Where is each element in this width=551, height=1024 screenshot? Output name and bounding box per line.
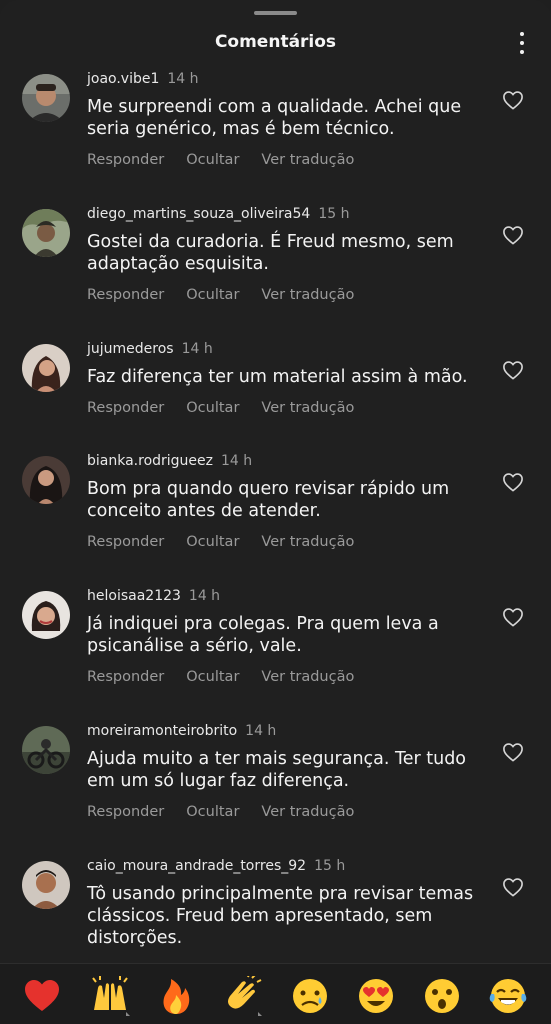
avatar[interactable] bbox=[22, 861, 70, 909]
more-options-icon[interactable] bbox=[517, 30, 527, 56]
hide-button[interactable]: Ocultar bbox=[186, 534, 239, 550]
hide-button[interactable]: Ocultar bbox=[186, 804, 239, 820]
see-translation-button[interactable]: Ver tradução bbox=[261, 669, 354, 685]
comment-text: Já indiquei pra colegas. Pra quem leva a… bbox=[87, 614, 439, 656]
comment-meta: jujumederos 14 h bbox=[87, 341, 213, 357]
comment-actions: Responder Ocultar Ver tradução bbox=[87, 400, 376, 416]
comment-item: diego_martins_souza_oliveira54 15 h Goste… bbox=[0, 199, 551, 334]
comment-item: heloisaa2123 14 h Já indiquei pra colegas… bbox=[0, 581, 551, 716]
comment-username[interactable]: diego_martins_souza_oliveira54 bbox=[87, 206, 310, 222]
reply-button[interactable]: Responder bbox=[87, 400, 164, 416]
reply-button[interactable]: Responder bbox=[87, 287, 164, 303]
comment-time: 14 h bbox=[188, 588, 221, 604]
comment-actions: Responder Ocultar Ver tradução bbox=[87, 152, 376, 168]
comment-meta: heloisaa2123 14 h bbox=[87, 588, 220, 604]
hide-button[interactable]: Ocultar bbox=[186, 152, 239, 168]
avatar[interactable] bbox=[22, 74, 70, 122]
comment-meta: bianka.rodrigueez 14 h bbox=[87, 453, 252, 469]
like-heart-icon[interactable] bbox=[502, 607, 524, 627]
comment-text: Me surpreendi com a qualidade. Achei que… bbox=[87, 97, 462, 139]
avatar[interactable] bbox=[22, 209, 70, 257]
tears-of-joy-face-icon[interactable] bbox=[488, 976, 528, 1016]
comment-item: jujumederos 14 h Faz diferença ter um mat… bbox=[0, 334, 551, 446]
fire-icon[interactable] bbox=[156, 976, 196, 1016]
page-title: Comentários bbox=[214, 32, 337, 52]
comment-meta: caio_moura_andrade_torres_92 15 h bbox=[87, 858, 345, 874]
like-heart-icon[interactable] bbox=[502, 742, 524, 762]
comment-username[interactable]: joao.vibe1 bbox=[87, 71, 159, 87]
heart-eyes-face-icon[interactable] bbox=[356, 976, 396, 1016]
avatar[interactable] bbox=[22, 344, 70, 392]
comment-item: bianka.rodrigueez 14 h Bom pra quando que… bbox=[0, 446, 551, 581]
comment-text: Gostei da curadoria. É Freud mesmo, sem … bbox=[87, 232, 454, 274]
comment-time: 14 h bbox=[181, 341, 213, 357]
comment-actions: Responder Ocultar Ver tradução bbox=[87, 287, 376, 303]
comment-username[interactable]: heloisaa2123 bbox=[87, 588, 181, 604]
astonished-face-icon[interactable] bbox=[422, 976, 462, 1016]
comment-list[interactable]: joao.vibe1 14 h Me surpreendi com a quali… bbox=[0, 64, 551, 964]
comment-username[interactable]: jujumederos bbox=[87, 341, 174, 357]
reply-button[interactable]: Responder bbox=[87, 534, 164, 550]
comment-item: caio_moura_andrade_torres_92 15 h Tô usan… bbox=[0, 851, 551, 964]
see-translation-button[interactable]: Ver tradução bbox=[261, 400, 354, 416]
comment-username[interactable]: moreiramonteirobrito bbox=[87, 723, 237, 739]
comment-item: moreiramonteirobrito 14 h Ajuda muito a t… bbox=[0, 716, 551, 851]
comment-time: 15 h bbox=[318, 206, 350, 222]
like-heart-icon[interactable] bbox=[502, 877, 524, 897]
comment-text: Faz diferença ter um material assim à mã… bbox=[87, 367, 468, 387]
comments-sheet: Comentários joao.vibe1 14 h Me surpreendi… bbox=[0, 0, 551, 1024]
raising-hands-icon[interactable] bbox=[90, 976, 130, 1016]
see-translation-button[interactable]: Ver tradução bbox=[261, 287, 354, 303]
hide-button[interactable]: Ocultar bbox=[186, 400, 239, 416]
comment-time: 14 h bbox=[245, 723, 277, 739]
comments-header: Comentários bbox=[0, 24, 551, 64]
like-heart-icon[interactable] bbox=[502, 225, 524, 245]
see-translation-button[interactable]: Ver tradução bbox=[261, 152, 354, 168]
hide-button[interactable]: Ocultar bbox=[186, 287, 239, 303]
comment-time: 14 h bbox=[167, 71, 199, 87]
comment-meta: joao.vibe1 14 h bbox=[87, 71, 199, 87]
comment-meta: diego_martins_souza_oliveira54 15 h bbox=[87, 206, 349, 222]
avatar[interactable] bbox=[22, 726, 70, 774]
like-heart-icon[interactable] bbox=[502, 472, 524, 492]
red-heart-icon[interactable] bbox=[22, 976, 62, 1016]
crying-face-icon[interactable] bbox=[290, 976, 330, 1016]
like-heart-icon[interactable] bbox=[502, 360, 524, 380]
comment-username[interactable]: bianka.rodrigueez bbox=[87, 453, 213, 469]
reply-button[interactable]: Responder bbox=[87, 669, 164, 685]
emoji-reaction-bar bbox=[0, 964, 551, 1024]
reply-button[interactable]: Responder bbox=[87, 152, 164, 168]
drag-handle[interactable] bbox=[254, 11, 297, 15]
comment-username[interactable]: caio_moura_andrade_torres_92 bbox=[87, 858, 306, 874]
clapping-hands-icon[interactable] bbox=[222, 976, 262, 1016]
comment-text: Tô usando principalmente pra revisar tem… bbox=[87, 884, 474, 948]
comment-actions: Responder Ocultar Ver tradução bbox=[87, 534, 376, 550]
avatar[interactable] bbox=[22, 591, 70, 639]
comment-item: joao.vibe1 14 h Me surpreendi com a quali… bbox=[0, 64, 551, 199]
avatar[interactable] bbox=[22, 456, 70, 504]
reply-button[interactable]: Responder bbox=[87, 804, 164, 820]
comment-time: 14 h bbox=[221, 453, 253, 469]
comment-actions: Responder Ocultar Ver tradução bbox=[87, 669, 376, 685]
comment-time: 15 h bbox=[314, 858, 346, 874]
comment-text: Ajuda muito a ter mais segurança. Ter tu… bbox=[87, 749, 467, 791]
like-heart-icon[interactable] bbox=[502, 90, 524, 110]
comment-text: Bom pra quando quero revisar rápido um c… bbox=[87, 479, 450, 521]
comment-actions: Responder Ocultar Ver tradução bbox=[87, 804, 376, 820]
see-translation-button[interactable]: Ver tradução bbox=[261, 804, 354, 820]
hide-button[interactable]: Ocultar bbox=[186, 669, 239, 685]
see-translation-button[interactable]: Ver tradução bbox=[261, 534, 354, 550]
comment-meta: moreiramonteirobrito 14 h bbox=[87, 723, 276, 739]
